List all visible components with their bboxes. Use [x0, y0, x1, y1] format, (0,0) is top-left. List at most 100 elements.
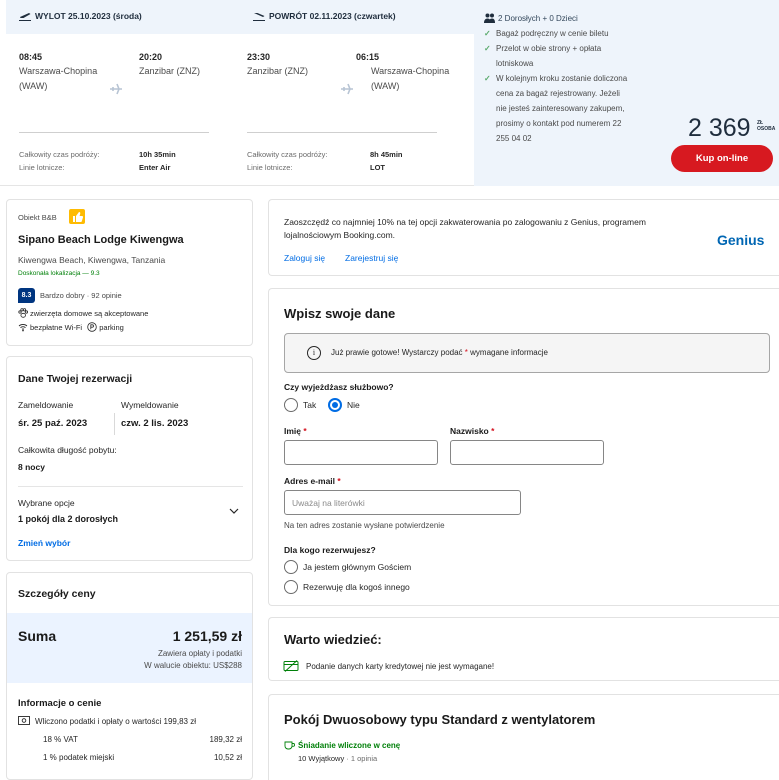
outbound-leg: WYLOT 25.10.2023 (środa) 08:45 Warszawa-… — [6, 0, 240, 186]
people-icon — [484, 13, 495, 23]
genius-text: Zaoszczędź co najmniej 10% na tej opcji … — [284, 217, 646, 240]
city-tax-value: 10,52 zł — [213, 753, 242, 762]
review-summary: Bardzo dobry · 92 opinie — [40, 291, 122, 300]
check-icon: ✓ — [484, 74, 491, 83]
no-credit-card-icon — [283, 660, 299, 674]
property-name: Sipano Beach Lodge Kiwengwa — [18, 234, 184, 246]
stay-length-label: Całkowita długość pobytu: — [18, 445, 117, 455]
first-name-label-text: Imię — [284, 426, 302, 436]
paw-icon — [18, 308, 28, 318]
city-tax-label: 1 % podatek miejski — [43, 753, 115, 762]
included-taxes: Wliczono podatki i opłaty o wartości 199… — [18, 716, 196, 726]
required-star: * — [303, 426, 307, 436]
return-header: POWRÓT 02.11.2023 (czwartek) — [240, 0, 474, 34]
outbound-arrive-time: 20:20 — [139, 52, 163, 62]
business-no-label[interactable]: Nie — [347, 400, 360, 410]
info-banner: i Już prawie gotowe! Wystarczy podać * w… — [284, 333, 770, 373]
property-card: Obiekt B&B Sipano Beach Lodge Kiwengwa K… — [6, 199, 253, 346]
business-yes-radio[interactable] — [284, 398, 298, 412]
price-details-title: Szczegóły ceny — [18, 588, 96, 600]
form-title: Wpisz swoje dane — [284, 306, 396, 321]
price-unit: ZŁ OSOBA — [757, 120, 775, 132]
return-header-text: POWRÓT 02.11.2023 (czwartek) — [269, 11, 396, 21]
return-arrive-time: 06:15 — [356, 52, 380, 62]
facility-pets: zwierzęta domowe są akceptowane — [18, 308, 148, 318]
room-review-score: 10 Wyjątkowy — [298, 754, 345, 763]
return-arrive-code: (WAW) — [371, 81, 400, 91]
first-name-field[interactable] — [284, 440, 438, 465]
included-item: ✓ Bagaż podręczny w cenie biletu — [484, 26, 684, 41]
price-details-card: Szczegóły ceny Suma 1 251,59 zł Zawiera … — [6, 572, 253, 780]
stay-length: 8 nocy — [18, 462, 45, 472]
return-depart-time: 23:30 — [247, 52, 271, 62]
outbound-depart-city: Warszawa-Chopina — [19, 66, 98, 76]
outbound-airline-label: Linie lotnicze: — [19, 163, 65, 172]
cash-icon — [18, 716, 30, 725]
facility-text: bezpłatne Wi-Fi — [30, 323, 83, 332]
total-price: 1 251,59 zł — [172, 628, 242, 644]
location-score: Doskonała lokalizacja — 9.3 — [18, 270, 100, 277]
included-line: lotniskowa — [496, 59, 534, 68]
breakfast-text: Śniadanie wliczone w cenę — [298, 741, 401, 750]
business-yes-label[interactable]: Tak — [303, 400, 316, 410]
checkout-date: czw. 2 lis. 2023 — [121, 418, 189, 429]
change-selection-link[interactable]: Zmień wybór — [18, 538, 70, 548]
selected-options: 1 pokój dla 2 dorosłych — [18, 514, 119, 524]
divider — [18, 486, 243, 487]
info-text-end: wymagane informacje — [470, 348, 548, 357]
checkout-label: Wymeldowanie — [121, 400, 179, 410]
wifi-icon — [18, 324, 28, 332]
chevron-down-icon[interactable] — [228, 505, 240, 517]
main-guest-radio[interactable] — [284, 560, 298, 574]
reservation-card: Dane Twojej rezerwacji Zameldowanie Wyme… — [6, 356, 253, 561]
other-guest-radio[interactable] — [284, 580, 298, 594]
email-label-text: Adres e-mail — [284, 476, 336, 486]
included-item: ✓ W kolejnym kroku zostanie doliczona cena… — [484, 71, 684, 146]
register-link[interactable]: Zarejestruj się — [345, 253, 398, 263]
last-name-field[interactable] — [450, 440, 604, 465]
room-review-count: · 1 opinia — [346, 754, 378, 763]
login-link[interactable]: Zaloguj się — [284, 253, 325, 263]
return-airline: LOT — [370, 163, 385, 172]
review-score-badge: 8.3 — [18, 288, 35, 303]
room-card: Pokój Dwuosobowy typu Standard z wentyla… — [268, 694, 779, 780]
facility-text: parking — [99, 323, 124, 332]
first-name-label: Imię * — [284, 426, 307, 436]
includes-fees: Zawiera opłaty i podatki — [157, 649, 242, 658]
thumbs-up-icon — [69, 209, 85, 224]
facility-text: zwierzęta domowe są akceptowane — [30, 309, 149, 318]
included-line: Bagaż podręczny w cenie biletu — [496, 29, 609, 38]
plane-takeoff-icon — [19, 11, 32, 21]
business-trip-question: Czy wyjeżdżasz służbowo? — [284, 382, 394, 392]
business-no-radio[interactable] — [328, 398, 342, 412]
passengers: 2 Dorosłych + 0 Dzieci — [484, 13, 578, 23]
outbound-arrive-city: Zanzibar (ZNZ) — [139, 66, 201, 76]
return-arrive-city: Warszawa-Chopina — [371, 66, 450, 76]
required-star: * — [464, 348, 468, 357]
passengers-text: 2 Dorosłych + 0 Dzieci — [498, 14, 578, 23]
last-name-label-text: Nazwisko — [450, 426, 489, 436]
breakfast-included: Śniadanie wliczone w cenę — [284, 741, 400, 750]
outbound-duration: 10h 35min — [139, 150, 176, 159]
included-line: cena za bagaż rejestrowany. Jeżeli — [496, 89, 620, 98]
check-icon: ✓ — [484, 29, 491, 38]
coffee-cup-icon — [284, 741, 296, 750]
buy-online-button[interactable]: Kup on-line — [671, 145, 773, 172]
flight-price-summary: 2 Dorosłych + 0 Dzieci ✓ Bagaż podręczny … — [474, 0, 779, 186]
other-guest-label[interactable]: Rezerwuję dla kogoś innego — [303, 582, 410, 592]
return-leg: POWRÓT 02.11.2023 (czwartek) 23:30 Zanzi… — [240, 0, 474, 186]
outbound-duration-label: Całkowity czas podróży: — [19, 150, 100, 159]
good-to-know-card: Warto wiedzieć: Podanie danych karty kre… — [268, 617, 779, 681]
outbound-header: WYLOT 25.10.2023 (środa) — [6, 0, 240, 34]
included-line: Przelot w obie strony + opłata — [496, 44, 602, 53]
included-list: ✓ Bagaż podręczny w cenie biletu ✓ Przelot… — [484, 26, 684, 146]
outbound-airline: Enter Air — [139, 163, 171, 172]
return-duration: 8h 45min — [370, 150, 403, 159]
return-duration-label: Całkowity czas podróży: — [247, 150, 328, 159]
local-currency-price: W walucie obiektu: US$288 — [144, 661, 242, 670]
included-taxes-text: Wliczono podatki i opłaty o wartości 199… — [35, 717, 196, 726]
email-field[interactable] — [284, 490, 521, 515]
included-line: prosimy o kontakt pod numerem 22 — [496, 119, 622, 128]
main-guest-label[interactable]: Ja jestem głównym Gościem — [303, 562, 411, 572]
checkin-label: Zameldowanie — [18, 400, 74, 410]
